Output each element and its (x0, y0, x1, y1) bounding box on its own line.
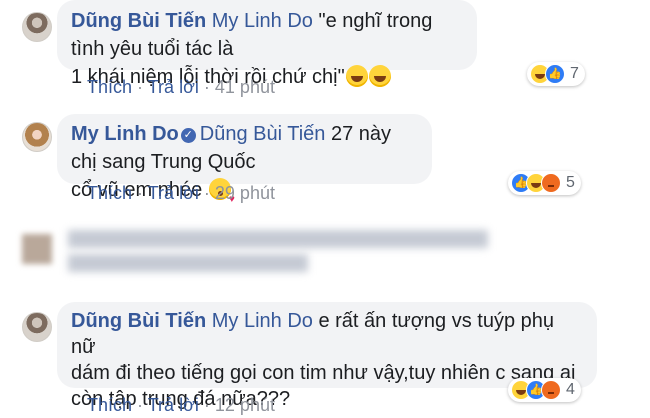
reaction-summary[interactable]: 👍 4 (508, 378, 581, 402)
avatar[interactable] (22, 312, 52, 342)
timestamp[interactable]: 41 phút (215, 77, 275, 97)
angry-reaction-icon (541, 380, 561, 400)
blurred-text (68, 254, 308, 272)
comment-bubble: Dũng Bùi Tiến My Linh Do "e nghĩ trong t… (57, 0, 477, 88)
like-link[interactable]: Thích (87, 395, 132, 415)
reply-link[interactable]: Trả lời (148, 77, 199, 97)
reply-link[interactable]: Trả lời (148, 395, 199, 415)
like-reaction-icon: 👍 (545, 64, 565, 84)
reaction-summary[interactable]: 👍 7 (527, 62, 585, 86)
avatar[interactable] (22, 122, 52, 152)
timestamp[interactable]: 12 phút (215, 395, 275, 415)
comment-text: dám đi theo tiếng gọi con tim như vậy,tu… (71, 362, 576, 384)
reaction-summary[interactable]: 👍 5 (508, 171, 581, 195)
grin-emoji (368, 65, 391, 87)
mention-link[interactable]: Dũng Bùi Tiến (200, 123, 326, 145)
angry-reaction-icon (541, 173, 561, 193)
mention-link[interactable]: My Linh Do (212, 10, 313, 32)
reaction-count: 5 (566, 174, 575, 191)
comment-actions: Thích · Trả lời · 41 phút (87, 77, 275, 97)
avatar[interactable] (22, 12, 52, 42)
reaction-count: 7 (570, 65, 579, 82)
comment-actions: Thích · Trả lời · 29 phút (87, 183, 275, 203)
comment-author[interactable]: Dũng Bùi Tiến (71, 10, 206, 32)
like-link[interactable]: Thích (87, 77, 132, 97)
blurred-text (68, 230, 488, 248)
comment-actions: Thích · Trả lời · 12 phút (87, 395, 275, 415)
comment-author[interactable]: My Linh Do (71, 123, 179, 145)
reply-link[interactable]: Trả lời (148, 183, 199, 203)
mention-link[interactable]: My Linh Do (212, 310, 313, 332)
verified-badge-icon: ✓ (180, 128, 196, 143)
blurred-avatar (22, 234, 52, 264)
comment-bubble: My Linh Do ✓ Dũng Bùi Tiến 27 này chị sang… (57, 114, 432, 214)
comment-author[interactable]: Dũng Bùi Tiến (71, 310, 206, 332)
timestamp[interactable]: 29 phút (215, 183, 275, 203)
comment-bubble: Dũng Bùi Tiến My Linh Do e rất ấn tượng … (57, 302, 597, 410)
reaction-count: 4 (566, 381, 575, 398)
grin-emoji (345, 65, 368, 87)
like-link[interactable]: Thích (87, 183, 132, 203)
blurred-comment (0, 222, 650, 278)
